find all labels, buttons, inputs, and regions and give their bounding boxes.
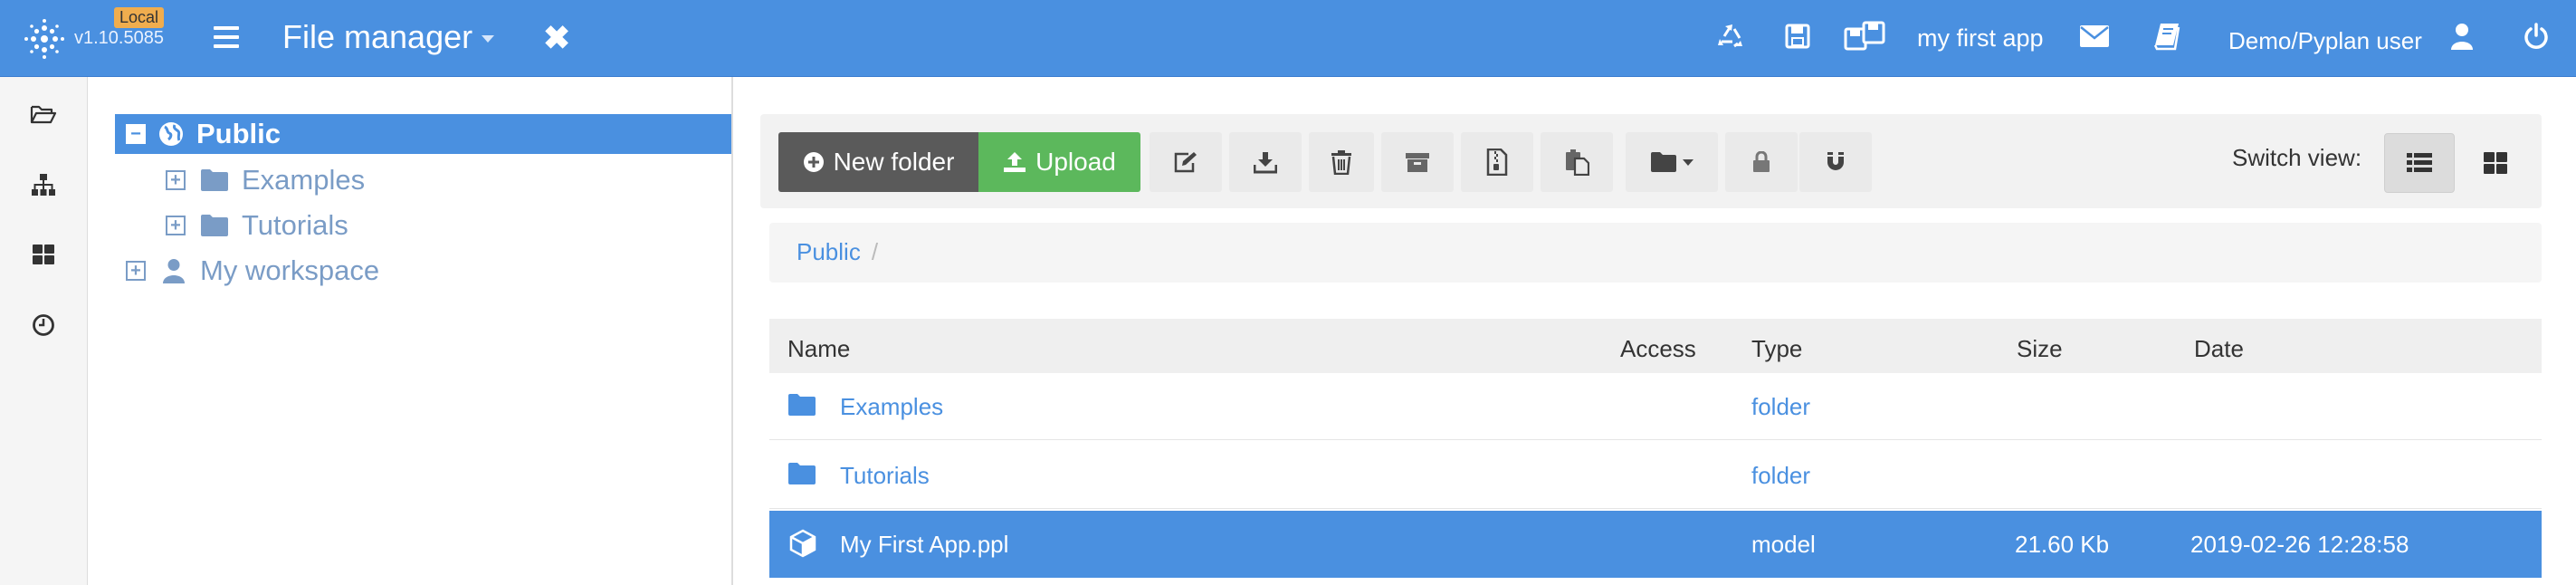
breadcrumb-separator: / bbox=[871, 238, 879, 265]
lock-button[interactable] bbox=[1725, 132, 1798, 192]
breadcrumb: Public / bbox=[769, 223, 2542, 283]
upload-button[interactable]: Upload bbox=[978, 132, 1140, 192]
module-selector[interactable]: File manager bbox=[282, 18, 495, 56]
switch-view-label: Switch view: bbox=[2232, 144, 2362, 171]
tree-node-label: My workspace bbox=[200, 254, 380, 286]
save-as-icon[interactable] bbox=[1843, 18, 1888, 54]
zip-icon bbox=[1486, 149, 1508, 176]
file-name[interactable]: Tutorials bbox=[840, 462, 930, 490]
cube-icon bbox=[789, 529, 816, 558]
column-header-size[interactable]: Size bbox=[2017, 335, 2063, 363]
file-table-header: Name Access Type Size Date bbox=[769, 319, 2542, 373]
left-sidebar bbox=[0, 77, 88, 585]
table-row[interactable]: Examples folder bbox=[769, 373, 2542, 440]
file-name[interactable]: My First App.ppl bbox=[840, 531, 1008, 559]
plus-circle-icon bbox=[803, 152, 824, 172]
version-label: v1.10.5085 bbox=[74, 28, 164, 48]
app-name[interactable]: my first app bbox=[1917, 24, 2044, 53]
chevron-down-icon bbox=[482, 35, 495, 43]
file-type: folder bbox=[1751, 393, 1811, 420]
tree-node-tutorials[interactable]: + Tutorials bbox=[166, 206, 348, 245]
power-icon[interactable] bbox=[2518, 18, 2554, 54]
delete-button[interactable] bbox=[1309, 132, 1374, 192]
folder-icon bbox=[201, 215, 228, 236]
move-folder-dropdown[interactable] bbox=[1626, 132, 1718, 192]
file-date: 2019-02-26 12:28:58 bbox=[2190, 531, 2409, 558]
globe-icon bbox=[159, 122, 183, 146]
user-icon bbox=[163, 259, 185, 283]
edit-icon bbox=[1174, 152, 1197, 173]
close-icon[interactable]: ✖ bbox=[543, 20, 570, 56]
new-folder-button[interactable]: New folder bbox=[778, 132, 978, 192]
archive-button[interactable] bbox=[1381, 132, 1454, 192]
column-header-date[interactable]: Date bbox=[2194, 335, 2244, 363]
folder-open-icon[interactable] bbox=[25, 96, 62, 132]
tree-node-my-workspace[interactable]: + My workspace bbox=[126, 251, 379, 291]
book-icon[interactable] bbox=[2149, 18, 2185, 54]
clock-icon[interactable] bbox=[25, 307, 62, 343]
paste-icon bbox=[1566, 149, 1589, 176]
upload-label: Upload bbox=[1035, 148, 1116, 176]
magnet-icon bbox=[1827, 152, 1844, 170]
new-folder-label: New folder bbox=[833, 148, 955, 176]
user-icon[interactable] bbox=[2444, 18, 2480, 54]
file-type: model bbox=[1751, 531, 1816, 558]
tree-node-label: Examples bbox=[242, 164, 366, 196]
download-button[interactable] bbox=[1229, 132, 1302, 192]
user-name[interactable]: Demo/Pyplan user bbox=[2228, 27, 2422, 55]
dashboard-icon[interactable] bbox=[25, 236, 62, 273]
logo-icon[interactable] bbox=[24, 18, 65, 60]
module-title: File manager bbox=[282, 18, 473, 55]
column-header-name[interactable]: Name bbox=[787, 335, 850, 363]
folder-icon bbox=[788, 463, 816, 484]
list-view-button[interactable] bbox=[2384, 133, 2455, 193]
download-icon bbox=[1254, 152, 1277, 174]
folder-icon bbox=[201, 169, 228, 191]
top-bar: Local v1.10.5085 File manager ✖ my first… bbox=[0, 0, 2576, 77]
envelope-icon[interactable] bbox=[2076, 18, 2113, 54]
archive-icon bbox=[1406, 153, 1429, 172]
file-name[interactable]: Examples bbox=[840, 393, 943, 421]
upload-icon bbox=[1004, 152, 1026, 172]
expand-icon[interactable]: + bbox=[166, 216, 186, 235]
file-type: folder bbox=[1751, 462, 1811, 489]
breadcrumb-item-public[interactable]: Public bbox=[797, 238, 861, 265]
column-header-access[interactable]: Access bbox=[1620, 335, 1696, 363]
rename-button[interactable] bbox=[1150, 132, 1222, 192]
collapse-icon[interactable]: − bbox=[126, 124, 146, 144]
zip-button[interactable] bbox=[1461, 132, 1533, 192]
trash-icon bbox=[1331, 150, 1351, 175]
lock-icon bbox=[1753, 151, 1770, 172]
expand-icon[interactable]: + bbox=[166, 170, 186, 190]
folder-icon bbox=[788, 394, 816, 416]
grid-view-icon bbox=[2484, 152, 2507, 174]
folder-dropdown-icon bbox=[1651, 152, 1676, 172]
tree-node-public[interactable]: − Public bbox=[115, 114, 731, 154]
list-view-icon bbox=[2407, 153, 2432, 172]
file-size: 21.60 Kb bbox=[2015, 531, 2110, 558]
paste-button[interactable] bbox=[1541, 132, 1613, 192]
table-row[interactable]: Tutorials folder bbox=[769, 442, 2542, 509]
table-row[interactable]: My First App.ppl model 21.60 Kb 2019-02-… bbox=[769, 511, 2542, 578]
chevron-down-icon bbox=[1683, 158, 1693, 166]
magnet-button[interactable] bbox=[1799, 132, 1872, 192]
column-header-type[interactable]: Type bbox=[1751, 335, 1802, 363]
tree-node-label: Public bbox=[196, 118, 281, 149]
tree-node-examples[interactable]: + Examples bbox=[166, 160, 365, 200]
menu-icon[interactable] bbox=[214, 26, 239, 48]
recycle-icon[interactable] bbox=[1713, 18, 1749, 54]
expand-icon[interactable]: + bbox=[126, 261, 146, 281]
env-badge: Local bbox=[114, 7, 165, 28]
sitemap-icon[interactable] bbox=[25, 167, 62, 203]
tree-node-label: Tutorials bbox=[242, 209, 348, 241]
grid-view-button[interactable] bbox=[2460, 133, 2531, 193]
save-icon[interactable] bbox=[1779, 18, 1816, 54]
